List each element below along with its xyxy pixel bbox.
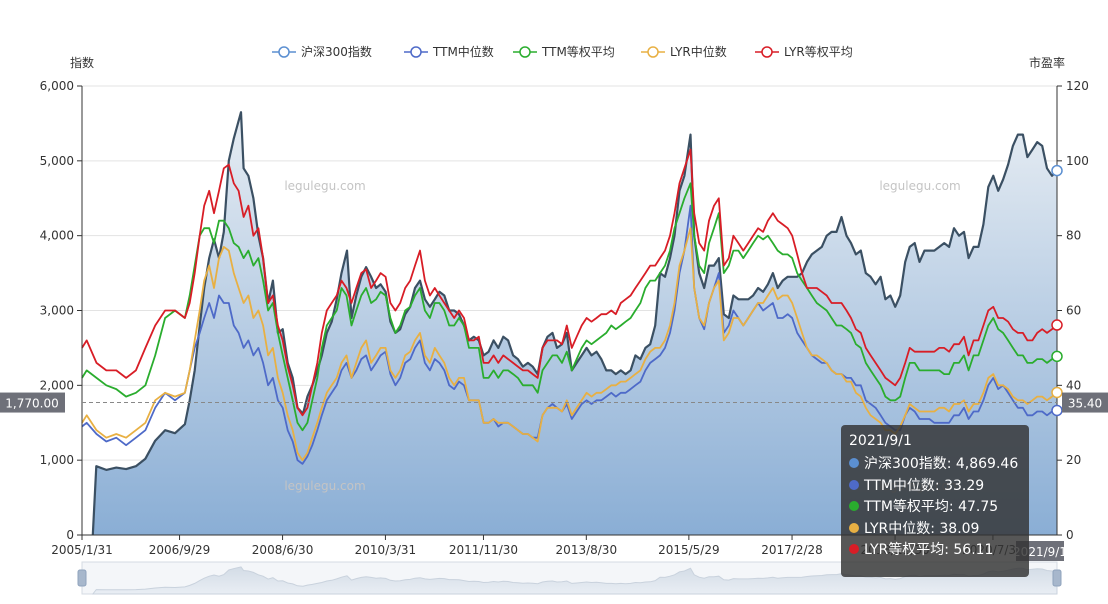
right-tick-label: 120 (1066, 79, 1089, 93)
tooltip-row-hs300: 沪深300指数: 4,869.46 (849, 454, 1021, 476)
legend-marker (647, 46, 659, 58)
watermark: legulegu.com (879, 179, 960, 193)
slider-handle (1052, 569, 1062, 587)
tooltip-dot (849, 522, 859, 533)
watermark: legulegu.com (284, 479, 365, 493)
legend-label: LYR等权平均 (784, 45, 853, 59)
tooltip-label: 沪深300指数: 4,869.46 (864, 456, 1019, 472)
legend-label: TTM等权平均 (541, 45, 615, 59)
crosshair-right-label: 35.40 (1068, 397, 1102, 411)
right-tick-label: 0 (1066, 528, 1074, 542)
tooltip-row-ttm-equal: TTM等权平均: 47.75 (849, 497, 1021, 519)
left-tick-label: 1,000 (40, 453, 74, 467)
tooltip-dot (849, 544, 859, 554)
tooltip-label: TTM等权平均: 47.75 (864, 499, 999, 515)
tooltip-label: LYR等权平均: 56.11 (864, 542, 994, 558)
right-tick-label: 40 (1066, 378, 1081, 392)
tooltip: 2021/9/1 沪深300指数: 4,869.46 TTM中位数: 33.29… (841, 425, 1029, 577)
x-tick-label: 2011/11/30 (449, 543, 518, 557)
left-tick-label: 4,000 (40, 229, 74, 243)
right-tick-label: 100 (1066, 154, 1089, 168)
watermark: legulegu.com (284, 179, 365, 193)
legend-label: TTM中位数 (432, 44, 494, 59)
left-tick-label: 0 (66, 528, 74, 542)
left-axis-name: 指数 (70, 55, 94, 70)
series-end-marker-hs300 (1051, 164, 1063, 177)
x-tick-label: 2006/9/29 (149, 543, 211, 557)
series-end-marker-lyr_equal (1051, 319, 1063, 331)
x-tick-label: 2015/5/29 (658, 543, 720, 557)
crosshair-left-label: 1,770.00 (5, 397, 58, 411)
tooltip-label: LYR中位数: 38.09 (864, 520, 980, 537)
x-tick-label: 2013/8/30 (556, 543, 618, 557)
legend-marker (761, 46, 773, 58)
legend-label: LYR中位数 (670, 44, 727, 59)
left-tick-label: 3,000 (40, 304, 74, 318)
right-tick-label: 60 (1066, 304, 1081, 318)
right-axis-name: 市盈率 (1029, 55, 1065, 70)
right-tick-label: 20 (1066, 453, 1081, 467)
right-tick-label: 80 (1066, 229, 1081, 243)
legend-marker (278, 46, 290, 58)
series-end-marker-ttm_median (1051, 404, 1063, 417)
tooltip-row-ttm-median: TTM中位数: 33.29 (849, 476, 1021, 498)
x-tick-label: 2005/1/31 (51, 543, 113, 557)
tooltip-date: 2021/9/1 (849, 433, 912, 449)
slider-handle (77, 569, 87, 587)
tooltip-row-lyr-median: LYR中位数: 38.09 (849, 519, 1021, 541)
series-end-marker-ttm_equal (1051, 350, 1063, 363)
tooltip-dot (849, 501, 859, 511)
legend-marker (410, 46, 422, 58)
left-tick-label: 2,000 (40, 378, 74, 392)
x-tick-label: 2010/3/31 (355, 543, 417, 557)
series-end-marker-lyr_median (1051, 386, 1063, 399)
legend-label: 沪深300指数 (301, 44, 372, 59)
x-tick-label: 2017/2/28 (761, 543, 823, 557)
legend-marker (519, 46, 531, 58)
left-tick-label: 5,000 (40, 154, 74, 168)
tooltip-dot (849, 458, 859, 468)
tooltip-label: TTM中位数: 33.29 (864, 477, 985, 494)
tooltip-dot (849, 479, 859, 490)
left-tick-label: 6,000 (40, 79, 74, 93)
tooltip-row-lyr-equal: LYR等权平均: 56.11 (849, 540, 1021, 562)
legend[interactable]: 沪深300指数 TTM中位数 TTM等权平均 LYR中位数 LYR等权平均 (272, 44, 853, 59)
x-tick-label: 2008/6/30 (252, 543, 314, 557)
